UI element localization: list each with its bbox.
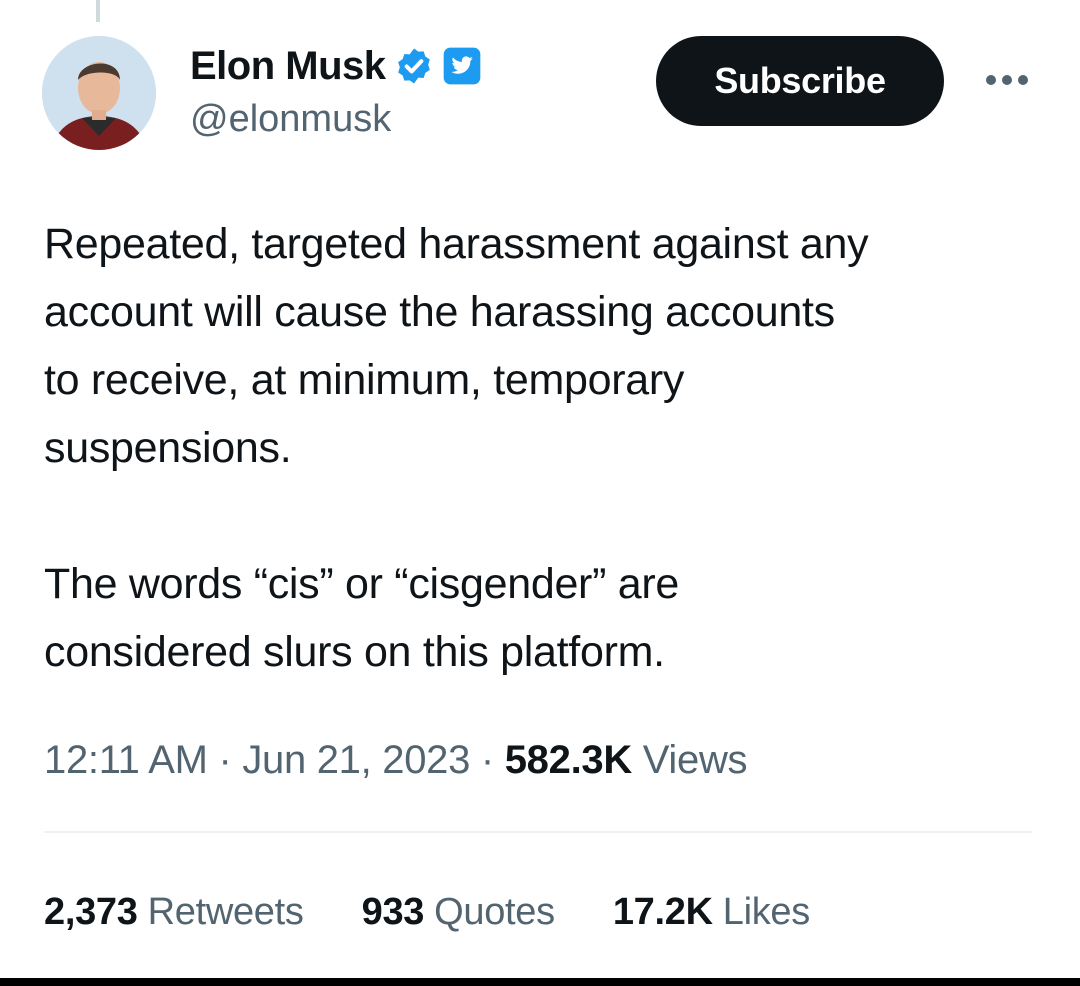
more-options-button[interactable] [984,62,1030,98]
views-label: Views [642,738,748,782]
views-count: 582.3K [504,738,632,782]
tweet-metadata: 12:11 AM · Jun 21, 2023 · 582.3K Views [44,732,748,788]
quotes-stat[interactable]: 933 Quotes [361,884,556,940]
engagement-stats: 2,373 Retweets 933 Quotes 17.2K Likes [44,884,810,940]
meta-separator: · [218,738,232,782]
subscribe-button[interactable]: Subscribe [656,36,944,126]
tweet-time[interactable]: 12:11 AM [44,738,208,782]
thread-connector-line [96,0,100,22]
display-name[interactable]: Elon Musk [190,44,386,89]
retweets-label: Retweets [147,891,304,933]
tweet-page: Elon Musk @elonmusk Subscribe Repeated, … [0,0,1080,986]
retweets-stat[interactable]: 2,373 Retweets [44,884,304,940]
twitter-bird-badge-icon [442,46,482,86]
tweet-body: Repeated, targeted harassment against an… [44,210,1044,686]
divider [44,831,1032,833]
avatar[interactable] [42,36,156,150]
meta-separator: · [480,738,494,782]
tweet-paragraph-2: The words “cis” or “cisgender” are consi… [44,560,679,676]
likes-label: Likes [722,891,811,933]
avatar-image [42,36,156,150]
verified-badge-icon [394,46,434,86]
tweet-paragraph-1: Repeated, targeted harassment against an… [44,220,869,472]
bottom-edge-bar [0,978,1080,986]
tweet-date[interactable]: Jun 21, 2023 [242,738,470,782]
more-horizontal-icon [986,75,1028,85]
quotes-count: 933 [361,891,425,933]
author-handle[interactable]: @elonmusk [190,98,391,141]
quotes-label: Quotes [434,891,555,933]
likes-stat[interactable]: 17.2K Likes [613,884,810,940]
likes-count: 17.2K [612,891,713,933]
retweets-count: 2,373 [44,891,138,933]
author-name-row: Elon Musk [190,42,482,90]
